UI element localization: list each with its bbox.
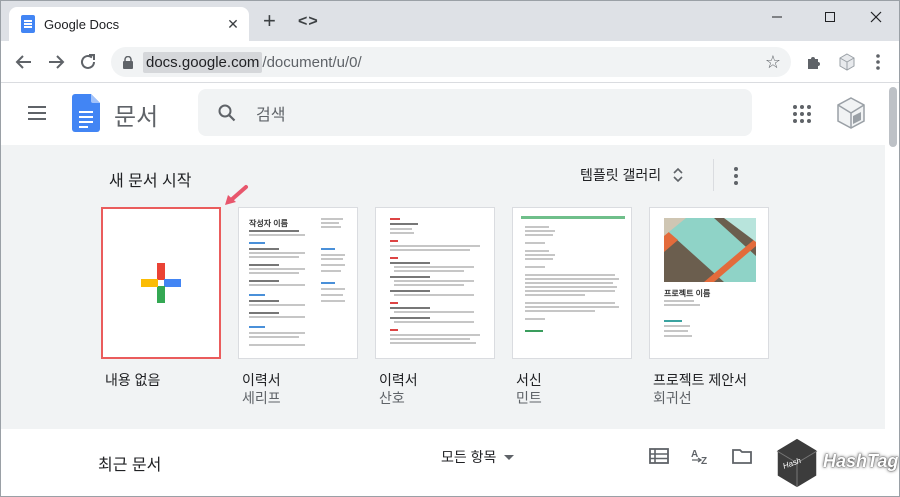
docs-header: 문서 검색 (1, 83, 885, 145)
search-box[interactable]: 검색 (198, 89, 752, 136)
template-label-blank: 내용 없음 (105, 372, 161, 388)
docs-logo-icon[interactable] (72, 94, 100, 132)
reload-button[interactable] (77, 51, 99, 73)
url-host: docs.google.com (143, 51, 263, 73)
start-new-document-heading: 새 문서 시작 (109, 173, 192, 190)
template-blank-card[interactable] (101, 207, 221, 359)
template-sub-resume-coral: 산호 (379, 390, 405, 406)
browser-menu-button[interactable] (867, 51, 889, 73)
annotation-arrow-icon (225, 185, 248, 205)
maximize-button[interactable] (815, 7, 845, 27)
list-view-icon[interactable] (649, 447, 669, 465)
search-input[interactable]: 검색 (256, 101, 285, 125)
owner-filter-label: 모든 항목 (441, 449, 497, 465)
template-letter-mint-card[interactable] (512, 207, 632, 359)
template-sub-project-proposal: 회귀선 (653, 390, 692, 406)
plus-icon (141, 263, 181, 303)
new-tab-button[interactable]: + (263, 10, 276, 32)
google-apps-icon[interactable] (793, 105, 811, 123)
page-scrollbar[interactable] (885, 83, 899, 496)
template-gallery-button[interactable]: 템플릿 갤러리 (580, 165, 683, 185)
svg-text:A: A (691, 449, 698, 460)
arrow-right-icon (49, 55, 65, 69)
url-path: /document/u/0/ (262, 53, 362, 71)
hashtag-watermark: Hash HashTag (775, 437, 899, 491)
address-bar[interactable]: docs.google.com /document/u/0/ ☆ (111, 47, 791, 77)
template-label-letter-mint: 서신 (516, 372, 542, 388)
back-button[interactable] (13, 51, 35, 73)
svg-text:Z: Z (701, 456, 707, 465)
sort-az-icon[interactable]: A Z (690, 447, 712, 465)
template-more-icon[interactable] (734, 167, 738, 185)
extensions-button[interactable] (803, 51, 825, 73)
template-label-project-proposal: 프로젝트 제안서 (653, 372, 748, 388)
template-sub-letter-mint: 민트 (516, 390, 542, 406)
header-divider (713, 159, 714, 191)
account-avatar-icon[interactable] (836, 97, 866, 129)
proposal-cover-image (664, 218, 756, 282)
search-icon (218, 104, 236, 121)
app-title[interactable]: 문서 (114, 97, 158, 132)
docs-favicon-icon (21, 15, 35, 33)
lock-icon (123, 55, 133, 69)
browser-window: Google Docs ✕ + <> docs.google.com /docu… (0, 0, 900, 497)
forward-button[interactable] (45, 51, 67, 73)
caret-down-icon (504, 454, 515, 460)
template-resume-serif-card[interactable]: 작성자 이름 (238, 207, 358, 359)
scrollbar-thumb[interactable] (889, 87, 897, 147)
maximize-icon (825, 12, 835, 22)
preview-project-name: 프로젝트 이름 (664, 289, 711, 298)
tab-close-icon[interactable]: ✕ (225, 16, 241, 32)
template-section: 새 문서 시작 템플릿 갤러리 내용 없음 작성자 이름 이력서 세리프 이력서… (1, 145, 885, 429)
template-sub-resume-serif: 세리프 (242, 390, 281, 406)
recent-documents-title: 최근 문서 (98, 457, 162, 474)
profile-button[interactable] (836, 51, 858, 73)
template-resume-coral-card[interactable] (375, 207, 495, 359)
tab-title: Google Docs (44, 16, 120, 32)
browser-toolbar: docs.google.com /document/u/0/ ☆ (1, 41, 899, 83)
unfold-icon (673, 167, 683, 183)
minimize-button[interactable] (762, 7, 792, 27)
recent-documents-bar: 최근 문서 모든 항목 A Z (1, 429, 885, 496)
template-label-resume-serif: 이력서 (242, 372, 281, 388)
bookmark-star-icon[interactable]: ☆ (765, 52, 781, 73)
owner-filter-dropdown[interactable]: 모든 항목 (441, 447, 515, 467)
folder-icon[interactable] (732, 447, 752, 465)
tab-google-docs[interactable]: Google Docs ✕ (9, 7, 249, 41)
template-project-proposal-card[interactable]: 프로젝트 이름 (649, 207, 769, 359)
tab-strip: Google Docs ✕ + <> (1, 1, 899, 41)
main-menu-icon[interactable] (28, 106, 46, 120)
preview-author-name: 작성자 이름 (249, 219, 289, 228)
watermark-text: HashTag (823, 451, 899, 471)
arrow-left-icon (15, 55, 31, 69)
code-icon[interactable]: <> (298, 13, 319, 31)
close-icon (870, 11, 882, 23)
template-label-resume-coral: 이력서 (379, 372, 418, 388)
puzzle-icon (808, 57, 820, 69)
hashtag-logo-icon: Hash (776, 437, 818, 489)
cube-avatar-icon (839, 53, 855, 71)
minimize-icon (772, 16, 782, 18)
reload-icon (81, 54, 95, 69)
more-vert-icon (876, 54, 880, 70)
close-window-button[interactable] (861, 7, 891, 27)
template-gallery-label: 템플릿 갤러리 (580, 167, 662, 183)
